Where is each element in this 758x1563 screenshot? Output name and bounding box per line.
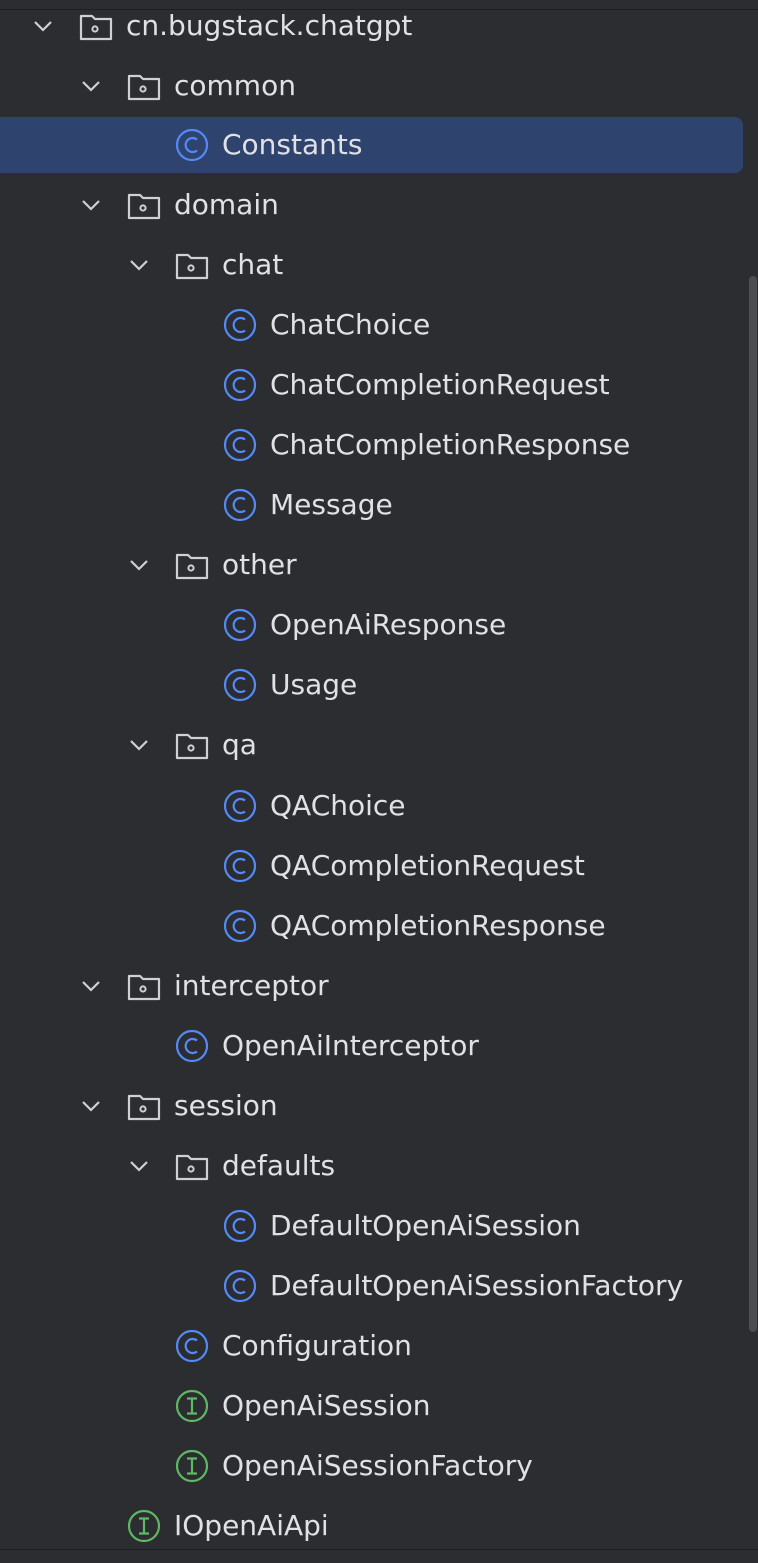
tree-item-label: other bbox=[222, 548, 297, 581]
tree-item-label: OpenAiSessionFactory bbox=[222, 1449, 533, 1482]
chevron-down-icon[interactable] bbox=[76, 71, 106, 101]
tree-row-package[interactable]: domain bbox=[0, 176, 745, 234]
tree-row-package[interactable]: interceptor bbox=[0, 957, 745, 1015]
class-icon bbox=[223, 1209, 257, 1243]
chevron-down-icon[interactable] bbox=[28, 11, 58, 41]
tree-row-package[interactable]: qa bbox=[0, 716, 745, 774]
chevron-down-icon[interactable] bbox=[124, 730, 154, 760]
tree-row-class[interactable]: OpenAiResponse bbox=[0, 596, 745, 654]
tree-row-class[interactable]: Usage bbox=[0, 656, 745, 714]
package-folder-icon bbox=[79, 14, 113, 41]
tree-item-label: Configuration bbox=[222, 1329, 412, 1362]
tree-row-interface[interactable]: OpenAiSessionFactory bbox=[0, 1437, 745, 1495]
tree-row-class-selected[interactable]: Constants bbox=[0, 116, 745, 174]
tree-item-label: QAChoice bbox=[270, 789, 406, 822]
tree-item-label: ChatChoice bbox=[270, 308, 431, 341]
class-icon bbox=[223, 428, 257, 462]
tree-row-package[interactable]: defaults bbox=[0, 1137, 745, 1195]
tree-row-class[interactable]: QAChoice bbox=[0, 777, 745, 835]
tree-row-class[interactable]: Configuration bbox=[0, 1317, 745, 1375]
tree-item-label: Message bbox=[270, 488, 393, 521]
tree-item-label: OpenAiSession bbox=[222, 1389, 431, 1422]
tree-row-package[interactable]: other bbox=[0, 536, 745, 594]
project-tree[interactable]: cn.bugstack.chatgpt common Constants dom… bbox=[0, 0, 745, 1549]
class-icon bbox=[223, 789, 257, 823]
tree-item-label: DefaultOpenAiSession bbox=[270, 1209, 581, 1242]
tree-row-class[interactable]: ChatChoice bbox=[0, 296, 745, 354]
class-icon bbox=[223, 608, 257, 642]
class-icon bbox=[175, 128, 209, 162]
tree-row-package[interactable]: chat bbox=[0, 236, 745, 294]
class-icon bbox=[223, 668, 257, 702]
tree-item-label: domain bbox=[174, 188, 279, 221]
package-folder-icon bbox=[175, 253, 209, 280]
chevron-down-icon[interactable] bbox=[76, 971, 106, 1001]
tree-row-class[interactable]: ChatCompletionResponse bbox=[0, 416, 745, 474]
tree-row-package[interactable]: session bbox=[0, 1077, 745, 1135]
class-icon bbox=[223, 488, 257, 522]
tree-item-label: ChatCompletionResponse bbox=[270, 428, 631, 461]
chevron-down-icon[interactable] bbox=[76, 1091, 106, 1121]
class-icon bbox=[175, 1329, 209, 1363]
tree-row-interface[interactable]: OpenAiSession bbox=[0, 1377, 745, 1435]
interface-icon bbox=[175, 1449, 209, 1483]
tree-item-label: common bbox=[174, 69, 296, 102]
class-icon bbox=[175, 1029, 209, 1063]
tree-row-package[interactable]: common bbox=[0, 57, 745, 115]
class-icon bbox=[223, 1269, 257, 1303]
tree-item-label: session bbox=[174, 1089, 278, 1122]
tree-row-class[interactable]: OpenAiInterceptor bbox=[0, 1017, 745, 1075]
tree-item-label: interceptor bbox=[174, 969, 329, 1002]
package-folder-icon bbox=[127, 193, 161, 220]
chevron-down-icon[interactable] bbox=[76, 190, 106, 220]
tree-row-interface[interactable]: IOpenAiApi bbox=[0, 1497, 745, 1555]
tree-item-label: OpenAiResponse bbox=[270, 608, 507, 641]
class-icon bbox=[223, 849, 257, 883]
tree-item-label: ChatCompletionRequest bbox=[270, 368, 610, 401]
tree-item-label: Constants bbox=[222, 128, 363, 161]
tree-row-class[interactable]: DefaultOpenAiSessionFactory bbox=[0, 1257, 745, 1315]
tree-item-label: qa bbox=[222, 728, 257, 761]
tree-item-label: defaults bbox=[222, 1149, 336, 1182]
tree-item-label: OpenAiInterceptor bbox=[222, 1029, 479, 1062]
tree-item-label: cn.bugstack.chatgpt bbox=[126, 9, 413, 42]
package-folder-icon bbox=[175, 733, 209, 760]
package-folder-icon bbox=[127, 74, 161, 101]
interface-icon bbox=[175, 1389, 209, 1423]
class-icon bbox=[223, 909, 257, 943]
tree-row-class[interactable]: QACompletionRequest bbox=[0, 837, 745, 895]
tree-row-class[interactable]: QACompletionResponse bbox=[0, 897, 745, 955]
tree-row-class[interactable]: ChatCompletionRequest bbox=[0, 356, 745, 414]
tree-item-label: QACompletionResponse bbox=[270, 909, 606, 942]
package-folder-icon bbox=[175, 553, 209, 580]
interface-icon bbox=[127, 1509, 161, 1543]
tree-row-package[interactable]: cn.bugstack.chatgpt bbox=[0, 0, 745, 55]
chevron-down-icon[interactable] bbox=[124, 250, 154, 280]
class-icon bbox=[223, 368, 257, 402]
tree-row-class[interactable]: Message bbox=[0, 476, 745, 534]
tree-item-label: IOpenAiApi bbox=[174, 1509, 329, 1542]
tree-item-label: chat bbox=[222, 248, 284, 281]
panel-bottom-border bbox=[0, 1549, 758, 1563]
tree-item-label: QACompletionRequest bbox=[270, 849, 585, 882]
class-icon bbox=[223, 308, 257, 342]
vertical-scrollbar[interactable] bbox=[749, 276, 757, 1332]
package-folder-icon bbox=[127, 974, 161, 1001]
tree-item-label: Usage bbox=[270, 668, 358, 701]
chevron-down-icon[interactable] bbox=[124, 1151, 154, 1181]
tree-item-label: DefaultOpenAiSessionFactory bbox=[270, 1269, 684, 1302]
chevron-down-icon[interactable] bbox=[124, 550, 154, 580]
tree-row-class[interactable]: DefaultOpenAiSession bbox=[0, 1197, 745, 1255]
package-folder-icon bbox=[175, 1154, 209, 1181]
package-folder-icon bbox=[127, 1094, 161, 1121]
